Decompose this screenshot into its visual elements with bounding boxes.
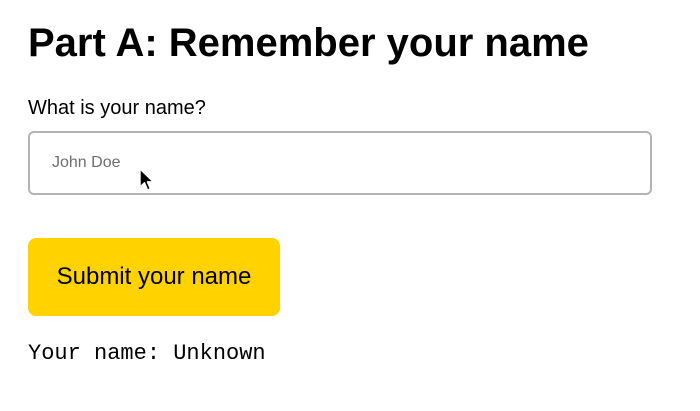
name-field-label: What is your name?	[28, 97, 206, 119]
name-input[interactable]	[28, 131, 652, 195]
page-title: Part A: Remember your name	[28, 21, 589, 65]
page: Part A: Remember your name What is your …	[0, 0, 700, 411]
submit-name-button[interactable]: Submit your name	[28, 238, 280, 316]
name-output-text: Your name: Unknown	[28, 341, 266, 366]
